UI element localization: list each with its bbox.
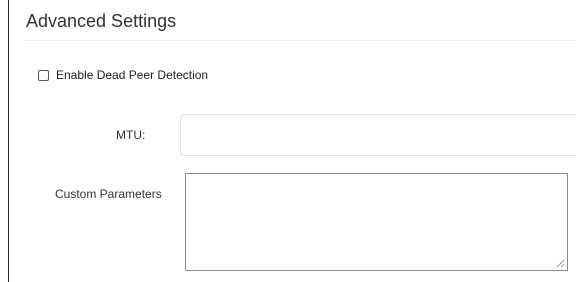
dead-peer-detection-checkbox[interactable] [38, 69, 49, 81]
dead-peer-detection-row[interactable]: Enable Dead Peer Detection [38, 66, 208, 84]
panel-left-border [8, 0, 9, 282]
section-title: Advanced Settings [26, 11, 177, 31]
dead-peer-detection-label[interactable]: Enable Dead Peer Detection [56, 68, 208, 82]
mtu-label: MTU: [116, 128, 146, 142]
title-divider [24, 40, 576, 41]
custom-parameters-textarea[interactable] [185, 173, 568, 271]
custom-parameters-label: Custom Parameters [55, 187, 162, 201]
mtu-input[interactable] [180, 114, 576, 156]
resize-grip-icon[interactable] [556, 259, 565, 268]
advanced-settings-panel: Advanced Settings Enable Dead Peer Detec… [0, 0, 576, 282]
